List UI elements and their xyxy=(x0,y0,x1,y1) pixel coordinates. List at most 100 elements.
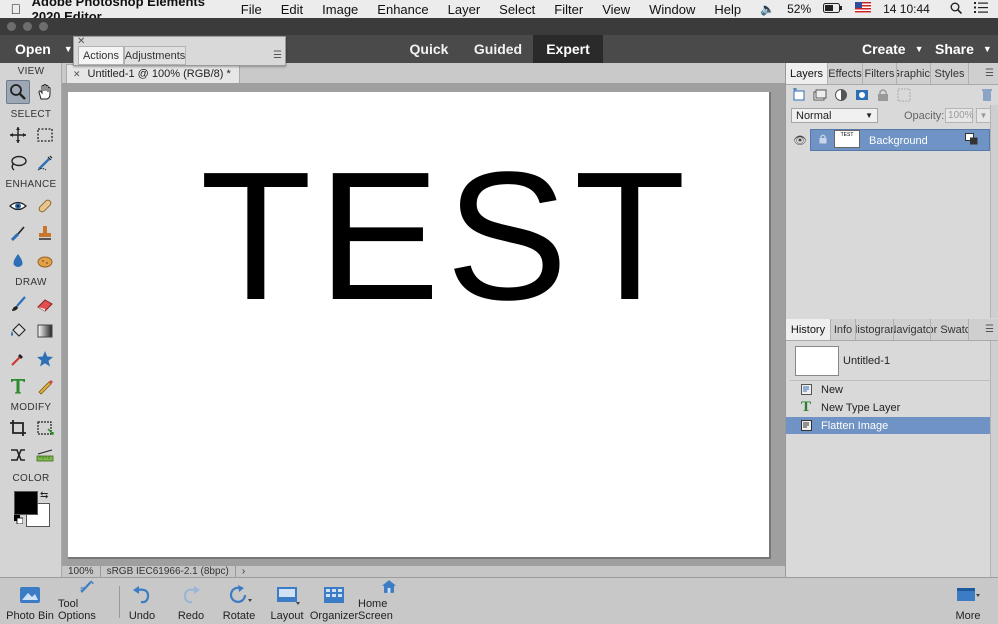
menu-help[interactable]: Help xyxy=(714,2,741,17)
blend-mode-select[interactable]: Normal ▼ xyxy=(791,108,878,123)
tab-info[interactable]: Info xyxy=(831,319,856,340)
battery-icon[interactable] xyxy=(823,2,843,16)
window-minimize-button[interactable] xyxy=(23,22,32,31)
menu-select[interactable]: Select xyxy=(499,2,535,17)
layers-scrollbar[interactable] xyxy=(990,105,998,318)
spot-healing-tool-icon[interactable] xyxy=(33,194,57,218)
paint-bucket-tool-icon[interactable] xyxy=(6,319,30,343)
close-icon[interactable]: ✕ xyxy=(73,69,81,80)
smart-brush-tool-icon[interactable] xyxy=(6,221,30,245)
pencil-tool-icon[interactable] xyxy=(33,374,57,398)
lock-transparency-icon[interactable] xyxy=(872,87,893,103)
battery-percent[interactable]: 52% xyxy=(787,2,811,16)
zoom-tool-icon[interactable] xyxy=(6,80,30,104)
history-snapshot-thumbnail[interactable] xyxy=(795,346,839,376)
tab-layers[interactable]: Layers xyxy=(786,63,828,84)
mode-quick-tab[interactable]: Quick xyxy=(402,35,456,63)
eraser-tool-icon[interactable] xyxy=(33,292,57,316)
tab-styles[interactable]: Styles xyxy=(931,63,969,84)
volume-icon[interactable]: 🔈 xyxy=(760,2,775,16)
sponge-tool-icon[interactable] xyxy=(33,249,57,273)
eyedropper-tool-icon[interactable] xyxy=(6,347,30,371)
tab-history[interactable]: History xyxy=(786,319,831,340)
window-close-button[interactable] xyxy=(7,22,16,31)
custom-shape-tool-icon[interactable] xyxy=(33,347,57,371)
more-button[interactable]: More xyxy=(950,578,986,624)
adjustment-layer-icon[interactable] xyxy=(830,87,851,103)
layer-mask-icon[interactable] xyxy=(851,87,872,103)
mode-expert-tab[interactable]: Expert xyxy=(533,35,603,63)
apple-icon[interactable]:  xyxy=(0,1,32,17)
create-button[interactable]: Create ▼ xyxy=(862,35,924,63)
spotlight-search-icon[interactable] xyxy=(950,2,963,17)
tab-graphics[interactable]: Graphics xyxy=(897,63,931,84)
menu-view[interactable]: View xyxy=(602,2,630,17)
tab-color-swatches[interactable]: Color Swatches xyxy=(931,319,969,340)
history-state-new[interactable]: New xyxy=(786,381,990,398)
swap-colors-icon[interactable]: ⇆ xyxy=(40,490,48,501)
move-tool-icon[interactable] xyxy=(6,123,30,147)
gradient-tool-icon[interactable] xyxy=(33,319,57,343)
recompose-tool-icon[interactable] xyxy=(33,416,57,440)
type-tool-icon[interactable] xyxy=(6,374,30,398)
open-button[interactable]: Open ▼ xyxy=(0,35,73,63)
opacity-input[interactable]: 100% xyxy=(945,108,974,123)
lasso-tool-icon[interactable] xyxy=(6,151,30,175)
panel-menu-icon[interactable]: ☰ xyxy=(985,324,994,335)
menu-filter[interactable]: Filter xyxy=(554,2,583,17)
opacity-dropdown-button[interactable]: ▼ xyxy=(976,108,991,123)
chevron-right-icon[interactable]: › xyxy=(236,566,251,577)
quick-selection-tool-icon[interactable] xyxy=(33,151,57,175)
content-aware-move-tool-icon[interactable] xyxy=(6,443,30,467)
panel-menu-icon[interactable]: ☰ xyxy=(985,68,994,79)
clone-stamp-tool-icon[interactable] xyxy=(33,221,57,245)
redo-button[interactable]: Redo xyxy=(173,578,209,624)
menu-window[interactable]: Window xyxy=(649,2,695,17)
layer-name[interactable]: Background xyxy=(869,135,928,147)
delete-layer-icon[interactable] xyxy=(976,87,997,103)
new-layer-icon[interactable] xyxy=(788,87,809,103)
layout-button[interactable]: Layout xyxy=(268,578,306,624)
eye-icon[interactable]: 👁 xyxy=(793,134,807,147)
image-canvas[interactable]: TEST xyxy=(68,92,771,559)
undo-button[interactable]: Undo xyxy=(124,578,160,624)
photo-bin-button[interactable]: Photo Bin xyxy=(6,578,54,624)
menu-edit[interactable]: Edit xyxy=(281,2,303,17)
red-eye-tool-icon[interactable] xyxy=(6,194,30,218)
lock-icon[interactable] xyxy=(819,134,827,144)
tool-options-button[interactable]: Tool Options xyxy=(58,578,116,624)
layer-options-icon[interactable] xyxy=(965,133,978,145)
crop-tool-icon[interactable] xyxy=(6,416,30,440)
mode-guided-tab[interactable]: Guided xyxy=(468,35,528,63)
history-state-flatten-image[interactable]: Flatten Image xyxy=(786,417,990,434)
tab-adjustments[interactable]: Adjustments xyxy=(124,46,186,65)
straighten-tool-icon[interactable] xyxy=(33,443,57,467)
menu-file[interactable]: File xyxy=(241,2,262,17)
share-button[interactable]: Share ▼ xyxy=(935,35,992,63)
panel-menu-icon[interactable]: ☰ xyxy=(273,50,282,61)
flag-icon[interactable] xyxy=(855,2,872,16)
document-tab[interactable]: ✕ Untitled-1 @ 100% (RGB/8) * xyxy=(66,64,240,83)
menu-image[interactable]: Image xyxy=(322,2,358,17)
history-state-new-type-layer[interactable]: T New Type Layer xyxy=(786,399,990,416)
history-snapshot-name[interactable]: Untitled-1 xyxy=(843,355,890,367)
new-group-icon[interactable] xyxy=(809,87,830,103)
home-screen-button[interactable]: Home Screen xyxy=(358,578,420,624)
notification-center-icon[interactable] xyxy=(974,2,988,16)
foreground-color-swatch[interactable] xyxy=(14,491,38,515)
tab-histogram[interactable]: Histogram xyxy=(856,319,894,340)
history-scrollbar[interactable] xyxy=(990,341,998,577)
zoom-level[interactable]: 100% xyxy=(62,566,101,577)
hand-tool-icon[interactable] xyxy=(33,80,57,104)
brush-tool-icon[interactable] xyxy=(6,292,30,316)
organizer-button[interactable]: Organizer xyxy=(310,578,358,624)
default-colors-icon[interactable] xyxy=(14,515,23,524)
marquee-tool-icon[interactable] xyxy=(33,123,57,147)
blur-tool-icon[interactable] xyxy=(6,249,30,273)
rotate-button[interactable]: Rotate xyxy=(219,578,259,624)
tab-effects[interactable]: Effects xyxy=(828,63,863,84)
window-zoom-button[interactable] xyxy=(39,22,48,31)
tab-filters[interactable]: Filters xyxy=(863,63,897,84)
menu-enhance[interactable]: Enhance xyxy=(377,2,428,17)
tab-actions[interactable]: Actions xyxy=(78,46,124,65)
